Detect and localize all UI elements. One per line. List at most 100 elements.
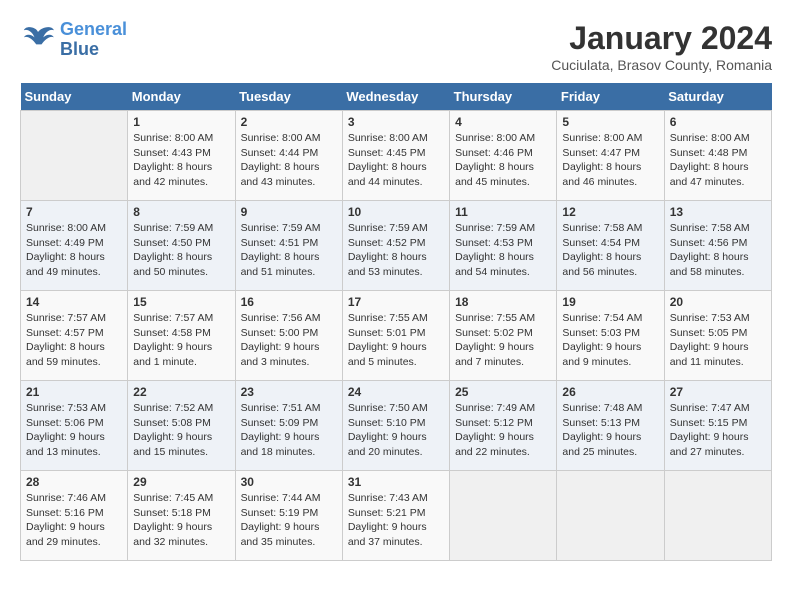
day-number: 24	[348, 385, 444, 399]
calendar-cell: 2Sunrise: 8:00 AM Sunset: 4:44 PM Daylig…	[235, 111, 342, 201]
day-info: Sunrise: 8:00 AM Sunset: 4:45 PM Dayligh…	[348, 131, 444, 190]
day-number: 8	[133, 205, 229, 219]
calendar-cell	[557, 471, 664, 561]
day-number: 14	[26, 295, 122, 309]
day-number: 12	[562, 205, 658, 219]
day-info: Sunrise: 8:00 AM Sunset: 4:49 PM Dayligh…	[26, 221, 122, 280]
calendar-cell: 21 Sunrise: 7:53 AM Sunset: 5:06 PM Dayli…	[21, 381, 128, 471]
calendar-week: 14 Sunrise: 7:57 AM Sunset: 4:57 PM Dayli…	[21, 291, 772, 381]
day-number: 30	[241, 475, 337, 489]
calendar-cell: 4 Sunrise: 8:00 AM Sunset: 4:46 PM Daylig…	[450, 111, 557, 201]
day-info: Sunrise: 7:45 AM Sunset: 5:18 PM Dayligh…	[133, 491, 229, 550]
title-section: January 2024 Cuciulata, Brasov County, R…	[551, 20, 772, 73]
calendar-cell: 1 Sunrise: 8:00 AM Sunset: 4:43 PM Daylig…	[128, 111, 235, 201]
day-info: Sunrise: 7:58 AM Sunset: 4:56 PM Dayligh…	[670, 221, 766, 280]
calendar-cell: 15Sunrise: 7:57 AM Sunset: 4:58 PM Dayli…	[128, 291, 235, 381]
calendar-cell: 17Sunrise: 7:55 AM Sunset: 5:01 PM Dayli…	[342, 291, 449, 381]
day-info: Sunrise: 7:59 AM Sunset: 4:53 PM Dayligh…	[455, 221, 551, 280]
calendar-week: 28Sunrise: 7:46 AM Sunset: 5:16 PM Dayli…	[21, 471, 772, 561]
day-number: 2	[241, 115, 337, 129]
day-info: Sunrise: 8:00 AM Sunset: 4:48 PM Dayligh…	[670, 131, 766, 190]
day-info: Sunrise: 7:51 AM Sunset: 5:09 PM Dayligh…	[241, 401, 337, 460]
calendar-cell: 18Sunrise: 7:55 AM Sunset: 5:02 PM Dayli…	[450, 291, 557, 381]
calendar-cell: 8 Sunrise: 7:59 AM Sunset: 4:50 PM Daylig…	[128, 201, 235, 291]
day-number: 4	[455, 115, 551, 129]
calendar-cell: 28Sunrise: 7:46 AM Sunset: 5:16 PM Dayli…	[21, 471, 128, 561]
logo-text: General Blue	[60, 20, 127, 60]
day-info: Sunrise: 7:47 AM Sunset: 5:15 PM Dayligh…	[670, 401, 766, 460]
weekday-header: Tuesday	[235, 83, 342, 111]
calendar-week: 1 Sunrise: 8:00 AM Sunset: 4:43 PM Daylig…	[21, 111, 772, 201]
day-number: 10	[348, 205, 444, 219]
page-header: General Blue January 2024 Cuciulata, Bra…	[20, 20, 772, 73]
day-info: Sunrise: 7:52 AM Sunset: 5:08 PM Dayligh…	[133, 401, 229, 460]
day-number: 31	[348, 475, 444, 489]
calendar-cell: 11Sunrise: 7:59 AM Sunset: 4:53 PM Dayli…	[450, 201, 557, 291]
day-number: 1	[133, 115, 229, 129]
calendar-cell: 25 Sunrise: 7:49 AM Sunset: 5:12 PM Dayli…	[450, 381, 557, 471]
calendar-cell: 14 Sunrise: 7:57 AM Sunset: 4:57 PM Dayli…	[21, 291, 128, 381]
day-number: 25	[455, 385, 551, 399]
day-info: Sunrise: 7:53 AM Sunset: 5:05 PM Dayligh…	[670, 311, 766, 370]
day-info: Sunrise: 7:59 AM Sunset: 4:50 PM Dayligh…	[133, 221, 229, 280]
calendar-cell: 6 Sunrise: 8:00 AM Sunset: 4:48 PM Daylig…	[664, 111, 771, 201]
calendar-week: 7 Sunrise: 8:00 AM Sunset: 4:49 PM Daylig…	[21, 201, 772, 291]
calendar-cell: 3Sunrise: 8:00 AM Sunset: 4:45 PM Daylig…	[342, 111, 449, 201]
day-number: 27	[670, 385, 766, 399]
day-number: 17	[348, 295, 444, 309]
day-info: Sunrise: 8:00 AM Sunset: 4:47 PM Dayligh…	[562, 131, 658, 190]
day-number: 20	[670, 295, 766, 309]
day-info: Sunrise: 7:54 AM Sunset: 5:03 PM Dayligh…	[562, 311, 658, 370]
calendar-cell: 31 Sunrise: 7:43 AM Sunset: 5:21 PM Dayli…	[342, 471, 449, 561]
calendar-cell: 20 Sunrise: 7:53 AM Sunset: 5:05 PM Dayli…	[664, 291, 771, 381]
calendar-cell: 22 Sunrise: 7:52 AM Sunset: 5:08 PM Dayli…	[128, 381, 235, 471]
calendar-cell: 24Sunrise: 7:50 AM Sunset: 5:10 PM Dayli…	[342, 381, 449, 471]
weekday-header: Thursday	[450, 83, 557, 111]
day-number: 21	[26, 385, 122, 399]
weekday-header: Friday	[557, 83, 664, 111]
calendar-cell: 19 Sunrise: 7:54 AM Sunset: 5:03 PM Dayli…	[557, 291, 664, 381]
logo: General Blue	[20, 20, 127, 60]
location-label: Cuciulata, Brasov County, Romania	[551, 57, 772, 73]
day-info: Sunrise: 7:49 AM Sunset: 5:12 PM Dayligh…	[455, 401, 551, 460]
day-number: 19	[562, 295, 658, 309]
day-number: 13	[670, 205, 766, 219]
calendar-header: SundayMondayTuesdayWednesdayThursdayFrid…	[21, 83, 772, 111]
calendar-table: SundayMondayTuesdayWednesdayThursdayFrid…	[20, 83, 772, 561]
weekday-header: Sunday	[21, 83, 128, 111]
day-number: 22	[133, 385, 229, 399]
day-number: 9	[241, 205, 337, 219]
calendar-cell	[664, 471, 771, 561]
day-info: Sunrise: 7:59 AM Sunset: 4:52 PM Dayligh…	[348, 221, 444, 280]
day-info: Sunrise: 7:57 AM Sunset: 4:58 PM Dayligh…	[133, 311, 229, 370]
day-info: Sunrise: 8:00 AM Sunset: 4:43 PM Dayligh…	[133, 131, 229, 190]
day-number: 7	[26, 205, 122, 219]
day-info: Sunrise: 7:44 AM Sunset: 5:19 PM Dayligh…	[241, 491, 337, 550]
weekday-header: Monday	[128, 83, 235, 111]
day-info: Sunrise: 7:53 AM Sunset: 5:06 PM Dayligh…	[26, 401, 122, 460]
calendar-cell: 5Sunrise: 8:00 AM Sunset: 4:47 PM Daylig…	[557, 111, 664, 201]
day-info: Sunrise: 7:57 AM Sunset: 4:57 PM Dayligh…	[26, 311, 122, 370]
day-info: Sunrise: 7:48 AM Sunset: 5:13 PM Dayligh…	[562, 401, 658, 460]
day-number: 28	[26, 475, 122, 489]
month-title: January 2024	[551, 20, 772, 57]
day-info: Sunrise: 7:55 AM Sunset: 5:02 PM Dayligh…	[455, 311, 551, 370]
day-number: 26	[562, 385, 658, 399]
calendar-cell: 26 Sunrise: 7:48 AM Sunset: 5:13 PM Dayli…	[557, 381, 664, 471]
day-number: 29	[133, 475, 229, 489]
day-info: Sunrise: 7:56 AM Sunset: 5:00 PM Dayligh…	[241, 311, 337, 370]
day-info: Sunrise: 7:59 AM Sunset: 4:51 PM Dayligh…	[241, 221, 337, 280]
day-number: 6	[670, 115, 766, 129]
day-info: Sunrise: 7:43 AM Sunset: 5:21 PM Dayligh…	[348, 491, 444, 550]
calendar-cell: 27 Sunrise: 7:47 AM Sunset: 5:15 PM Dayli…	[664, 381, 771, 471]
calendar-cell: 30 Sunrise: 7:44 AM Sunset: 5:19 PM Dayli…	[235, 471, 342, 561]
calendar-body: 1 Sunrise: 8:00 AM Sunset: 4:43 PM Daylig…	[21, 111, 772, 561]
day-info: Sunrise: 8:00 AM Sunset: 4:46 PM Dayligh…	[455, 131, 551, 190]
weekday-header: Saturday	[664, 83, 771, 111]
calendar-cell	[21, 111, 128, 201]
weekday-row: SundayMondayTuesdayWednesdayThursdayFrid…	[21, 83, 772, 111]
calendar-cell: 7 Sunrise: 8:00 AM Sunset: 4:49 PM Daylig…	[21, 201, 128, 291]
calendar-cell: 29 Sunrise: 7:45 AM Sunset: 5:18 PM Dayli…	[128, 471, 235, 561]
logo-icon	[20, 25, 56, 55]
calendar-week: 21 Sunrise: 7:53 AM Sunset: 5:06 PM Dayli…	[21, 381, 772, 471]
